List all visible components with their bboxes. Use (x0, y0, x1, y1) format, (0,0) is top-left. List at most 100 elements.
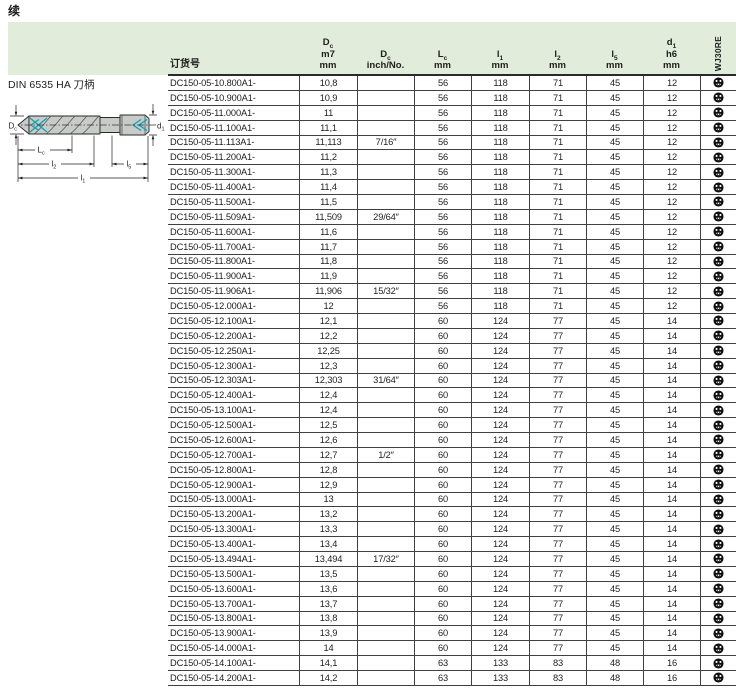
cell-dc_inch (357, 255, 414, 269)
cell-grade (700, 597, 736, 611)
cell-dc_inch (357, 314, 414, 328)
cell-dc_inch (357, 433, 414, 447)
cell-order: DC150-05-11.906A1- (168, 284, 299, 298)
cell-d1: 14 (643, 493, 700, 507)
cell-grade (700, 626, 736, 640)
table-row: DC150-05-13.500A1-13,560124774514 (168, 567, 736, 582)
wj30re-grade-icon (713, 256, 724, 267)
table-row: DC150-05-13.100A1-12,460124774514 (168, 403, 736, 418)
cell-order: DC150-05-11.400A1- (168, 180, 299, 194)
cell-l5: 45 (586, 180, 643, 194)
cell-grade (700, 210, 736, 224)
cell-l1: 124 (471, 478, 529, 492)
cell-grade (700, 493, 736, 507)
wj30re-grade-icon (713, 92, 724, 103)
cell-dc_mm: 12,2 (299, 329, 357, 343)
cell-l1: 124 (471, 329, 529, 343)
cell-d1: 14 (643, 448, 700, 462)
cell-order: DC150-05-11.000A1- (168, 106, 299, 120)
cell-l2: 77 (529, 359, 586, 373)
cell-l5: 45 (586, 106, 643, 120)
cell-grade (700, 403, 736, 417)
cell-grade (700, 329, 736, 343)
cell-dc_inch: 29/64″ (357, 210, 414, 224)
table-row: DC150-05-12.200A1-12,260124774514 (168, 329, 736, 344)
cell-dc_inch (357, 671, 414, 685)
cell-l5: 45 (586, 388, 643, 402)
cell-l1: 118 (471, 121, 529, 135)
cell-d1: 14 (643, 597, 700, 611)
cell-dc_mm: 11,9 (299, 269, 357, 283)
cell-grade (700, 522, 736, 536)
cell-dc_inch (357, 388, 414, 402)
cell-grade (700, 225, 736, 239)
cell-grade (700, 180, 736, 194)
cell-dc_mm: 12 (299, 299, 357, 313)
cell-d1: 14 (643, 522, 700, 536)
cell-l1: 124 (471, 567, 529, 581)
cell-dc_mm: 11,906 (299, 284, 357, 298)
cell-d1: 12 (643, 150, 700, 164)
cell-l2: 71 (529, 136, 586, 150)
table-row: DC150-05-13.400A1-13,460124774514 (168, 537, 736, 552)
cell-l1: 118 (471, 299, 529, 313)
cell-lc: 60 (414, 626, 471, 640)
wj30re-grade-icon (713, 226, 724, 237)
cell-lc: 56 (414, 150, 471, 164)
cell-grade (700, 284, 736, 298)
cell-grade (700, 255, 736, 269)
cell-grade (700, 433, 736, 447)
table-row: DC150-05-11.600A1-11,656118714512 (168, 225, 736, 240)
cell-lc: 60 (414, 567, 471, 581)
cell-dc_inch (357, 299, 414, 313)
table-row: DC150-05-11.500A1-11,556118714512 (168, 195, 736, 210)
cell-order: DC150-05-11.200A1- (168, 150, 299, 164)
cell-grade (700, 269, 736, 283)
cell-l5: 45 (586, 567, 643, 581)
cell-lc: 56 (414, 210, 471, 224)
cell-l5: 45 (586, 463, 643, 477)
cell-d1: 14 (643, 344, 700, 358)
table-row: DC150-05-11.113A1-11,1137/16″56118714512 (168, 136, 736, 151)
cell-l2: 77 (529, 403, 586, 417)
cell-l5: 45 (586, 91, 643, 105)
cell-l1: 124 (471, 597, 529, 611)
cell-d1: 16 (643, 671, 700, 685)
cell-l1: 124 (471, 507, 529, 521)
table-row: DC150-05-11.700A1-11,756118714512 (168, 240, 736, 255)
cell-l5: 45 (586, 597, 643, 611)
cell-l2: 77 (529, 433, 586, 447)
cell-lc: 56 (414, 284, 471, 298)
column-header-d1: d1h6mm (643, 22, 700, 75)
cell-order: DC150-05-11.500A1- (168, 195, 299, 209)
cell-d1: 12 (643, 165, 700, 179)
cell-dc_inch (357, 493, 414, 507)
cell-l2: 71 (529, 210, 586, 224)
cell-dc_mm: 12,5 (299, 418, 357, 432)
cell-lc: 60 (414, 388, 471, 402)
column-header-l2: l2mm (529, 22, 586, 75)
cell-dc_inch (357, 359, 414, 373)
cell-lc: 56 (414, 76, 471, 90)
cell-grade (700, 507, 736, 521)
cell-l1: 133 (471, 656, 529, 670)
cell-grade (700, 344, 736, 358)
cell-l2: 77 (529, 552, 586, 566)
cell-dc_mm: 12,303 (299, 374, 357, 388)
table-row: DC150-05-13.000A1-1360124774514 (168, 493, 736, 508)
cell-dc_mm: 10,8 (299, 76, 357, 90)
drill-dimension-diagram: Dc d1 Lc l2 l5 l1 (8, 92, 166, 210)
cell-l1: 118 (471, 165, 529, 179)
wj30re-grade-icon (713, 345, 724, 356)
cell-d1: 14 (643, 314, 700, 328)
wj30re-grade-icon (713, 182, 724, 193)
column-header-lc: Lcmm (414, 22, 471, 75)
cell-d1: 14 (643, 567, 700, 581)
cell-dc_mm: 13,9 (299, 626, 357, 640)
cell-l1: 118 (471, 269, 529, 283)
cell-order: DC150-05-12.300A1- (168, 359, 299, 373)
cell-grade (700, 121, 736, 135)
cell-lc: 60 (414, 329, 471, 343)
cell-l1: 124 (471, 552, 529, 566)
cell-l2: 77 (529, 597, 586, 611)
